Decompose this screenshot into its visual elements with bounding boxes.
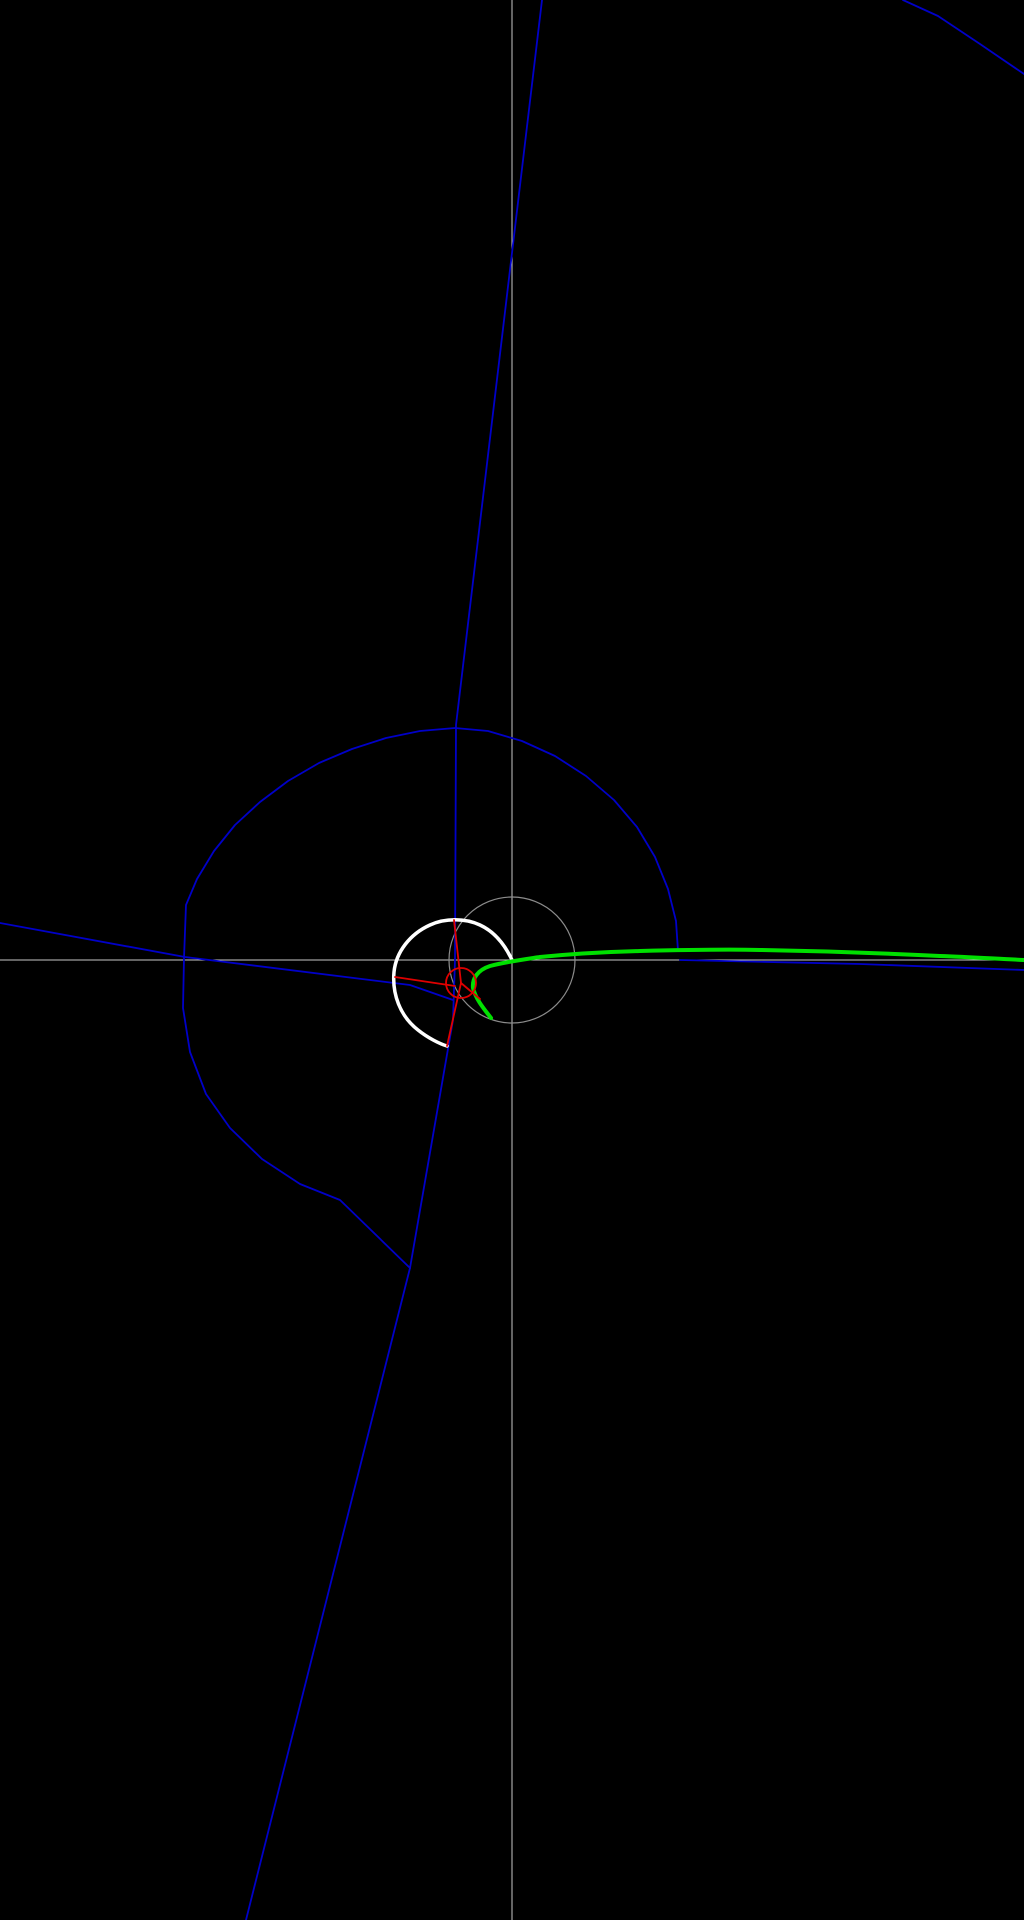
- blue-spiral-large-arc: [182, 727, 679, 1269]
- blue-spiral-left-segment: [0, 922, 454, 1001]
- blue-spiral-main-path: [409, 0, 543, 1269]
- blue-spiral-lower-segment: [245, 1267, 411, 1920]
- blue-spiral-right-segment: [679, 959, 1024, 971]
- drawing-canvas: [0, 0, 1024, 1920]
- red-line-right: [460, 982, 481, 1000]
- blue-spiral-top-right-segment: [902, 0, 1024, 75]
